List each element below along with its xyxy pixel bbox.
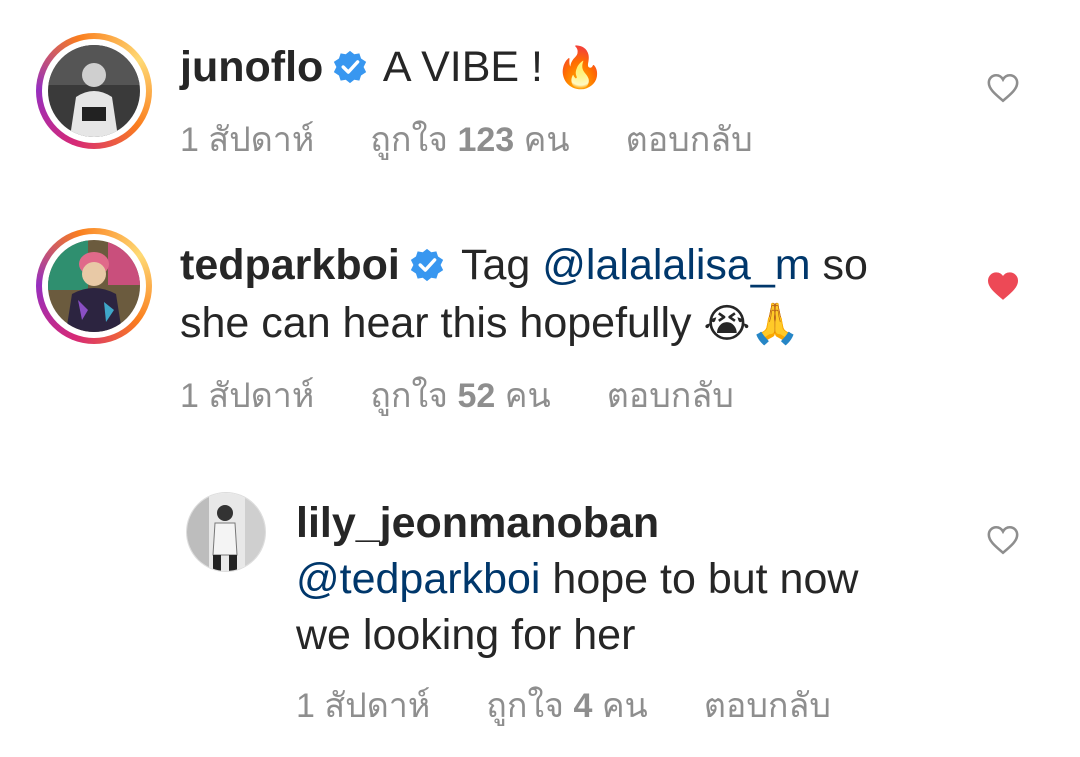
username[interactable]: lily_jeonmanoban	[296, 499, 659, 547]
comment-text: Tag	[449, 241, 543, 289]
username[interactable]: tedparkboi	[180, 241, 400, 289]
likes-count[interactable]: ถูกใจ 123 คน	[370, 121, 569, 159]
comment-meta: 1 สัปดาห์ ถูกใจ 52 คน ตอบกลับ	[180, 376, 790, 416]
avatar[interactable]	[186, 492, 266, 572]
comment-tedparkboi: tedparkboi Tag @lalalalisa_m so she can …	[0, 200, 1080, 440]
comment-text-line: junoflo A VIBE ! 🔥	[180, 40, 605, 95]
reply-username-line: lily_jeonmanoban	[296, 496, 659, 550]
reply-meta: 1 สัปดาห์ ถูกใจ 4 คน ตอบกลับ	[296, 686, 887, 726]
timestamp[interactable]: 1 สัปดาห์	[180, 377, 314, 415]
reply-lily_jeonmanoban: lily_jeonmanoban @tedparkboi hope to but…	[0, 480, 1080, 750]
reply-text: we looking for her	[296, 611, 636, 659]
reply-text: hope to but now	[540, 555, 859, 603]
reply-button[interactable]: ตอบกลับ	[626, 121, 753, 159]
avatar[interactable]	[48, 240, 140, 332]
verified-badge-icon	[410, 248, 443, 281]
comment-text-line-2: she can hear this hopefully 😭🙏	[180, 296, 800, 351]
timestamp[interactable]: 1 สัปดาห์	[180, 121, 314, 159]
likes-prefix: ถูกใจ	[370, 121, 448, 159]
likes-number: 52	[457, 377, 496, 415]
heart-outline-icon[interactable]	[986, 524, 1020, 556]
likes-count[interactable]: ถูกใจ 4 คน	[486, 687, 648, 725]
likes-suffix: คน	[523, 121, 570, 159]
likes-suffix: คน	[504, 377, 551, 415]
comment-text: she can hear this hopefully	[180, 299, 704, 347]
comment-junoflo: junoflo A VIBE ! 🔥 1 สัปดาห์ ถูกใจ 123 คน…	[0, 0, 1080, 190]
username[interactable]: junoflo	[180, 43, 323, 91]
avatar[interactable]	[48, 45, 140, 137]
likes-number: 4	[573, 687, 593, 725]
comment-meta: 1 สัปดาห์ ถูกใจ 123 คน ตอบกลับ	[180, 120, 809, 160]
verified-badge-icon	[334, 50, 367, 83]
likes-suffix: คน	[601, 687, 648, 725]
timestamp[interactable]: 1 สัปดาห์	[296, 687, 430, 725]
reply-text-line-2: we looking for her	[296, 608, 635, 662]
heart-outline-icon[interactable]	[986, 72, 1020, 104]
comment-text-line-1: tedparkboi Tag @lalalalisa_m so	[180, 238, 868, 292]
fire-emoji: 🔥	[554, 45, 605, 91]
comment-text-cont: so	[810, 241, 868, 289]
comment-text: A VIBE !	[373, 43, 555, 91]
mention-link[interactable]: @tedparkboi	[296, 555, 540, 603]
mention-link[interactable]: @lalalalisa_m	[542, 241, 810, 289]
crying-praying-emoji: 😭🙏	[703, 301, 801, 347]
heart-filled-icon[interactable]	[986, 270, 1020, 302]
reply-button[interactable]: ตอบกลับ	[607, 377, 734, 415]
reply-text-line-1: @tedparkboi hope to but now	[296, 552, 858, 606]
likes-number: 123	[457, 121, 515, 159]
likes-prefix: ถูกใจ	[370, 377, 448, 415]
likes-prefix: ถูกใจ	[486, 687, 564, 725]
reply-button[interactable]: ตอบกลับ	[704, 687, 831, 725]
likes-count[interactable]: ถูกใจ 52 คน	[370, 377, 550, 415]
